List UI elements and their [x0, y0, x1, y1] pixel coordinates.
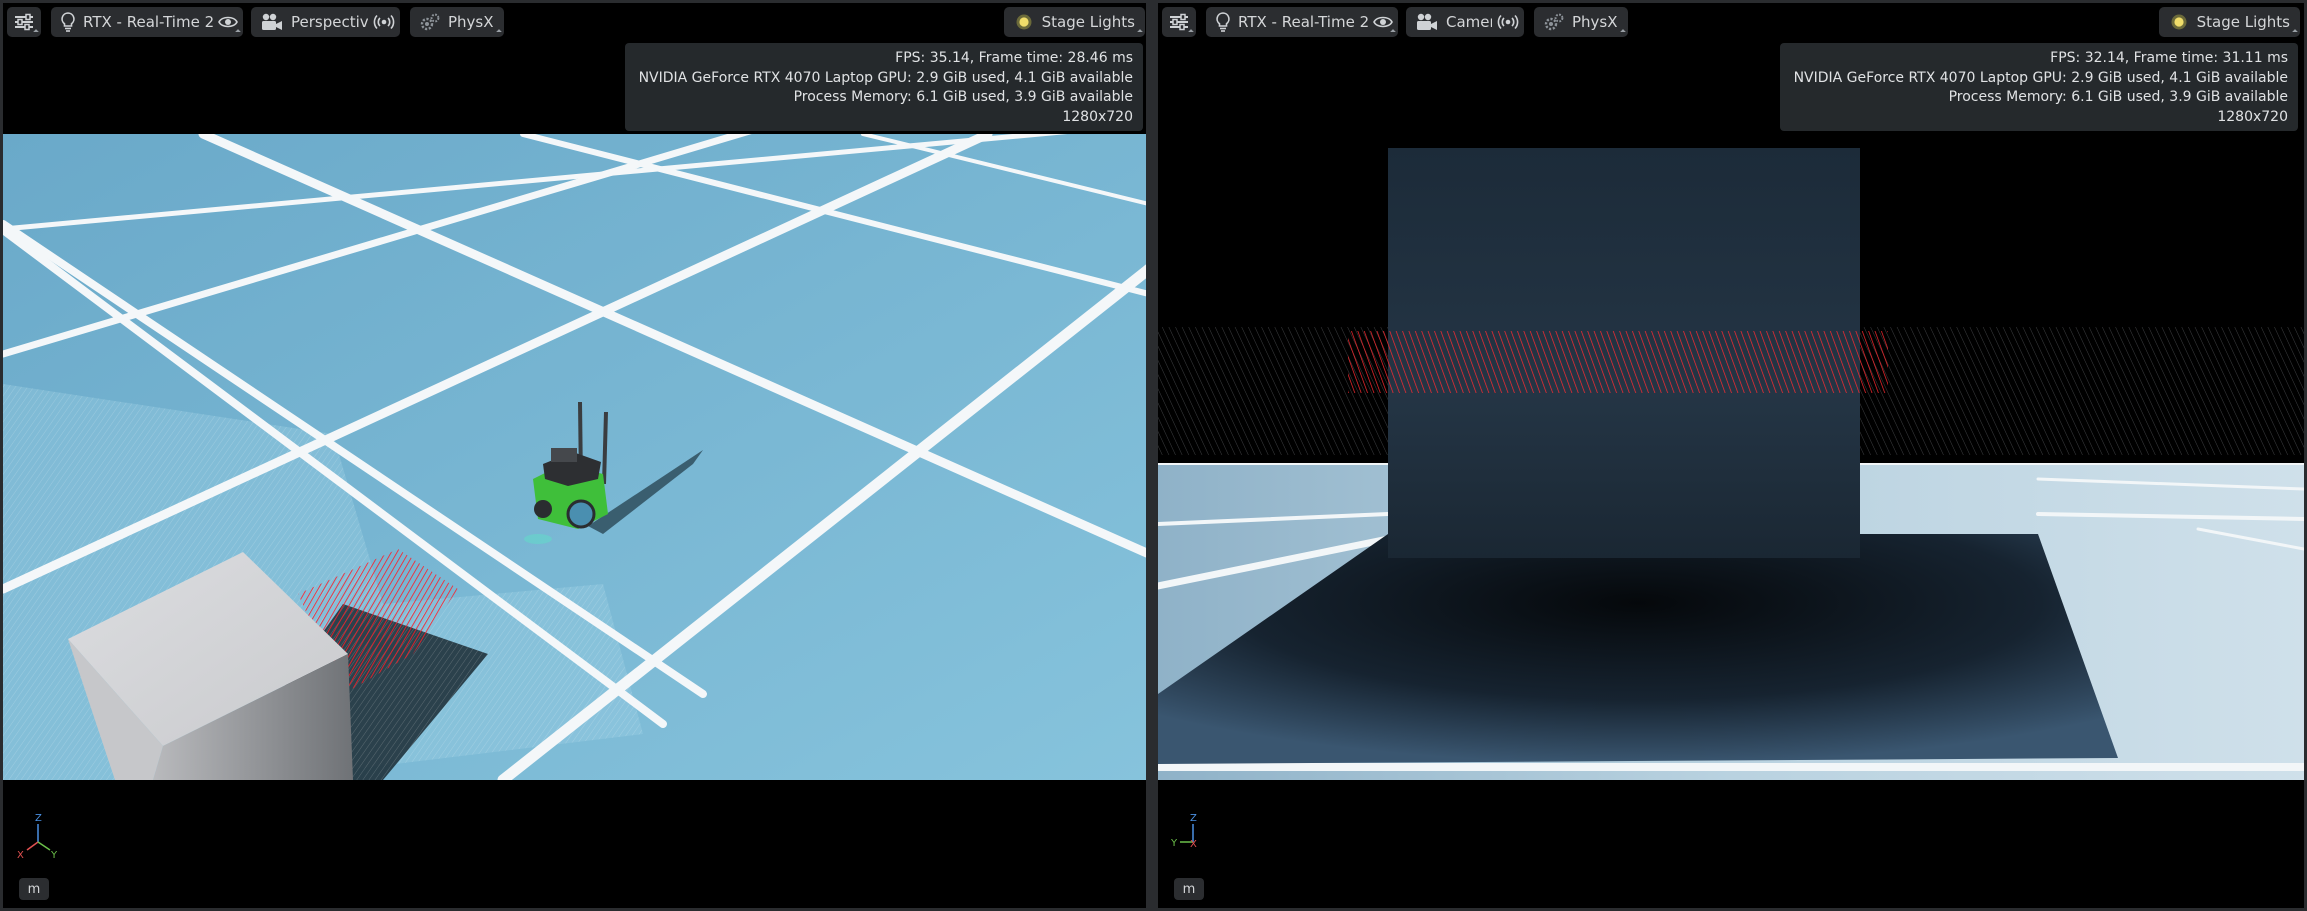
- broadcast-icon: [373, 14, 395, 30]
- axis-gizmo: Z Y X: [1170, 813, 1197, 850]
- lightbulb-icon: [61, 12, 75, 32]
- movie-camera-icon: [262, 13, 282, 30]
- stage-lights-menu-button[interactable]: Stage Lights: [2158, 7, 2300, 37]
- sun-icon: [2171, 14, 2187, 30]
- sliders-icon: [15, 13, 33, 31]
- lightbulb-icon: [1216, 12, 1230, 32]
- gpu-memory-readout: NVIDIA GeForce RTX 4070 Laptop GPU: 2.9 …: [638, 69, 1133, 86]
- physics-label: PhysX: [448, 13, 494, 31]
- viewport-toolbar: RTX - Real-Time 2.0 Perspective PhysX St…: [7, 7, 1145, 37]
- lidar-hits-wall: [1348, 331, 1888, 393]
- audio-menu-button[interactable]: [1492, 7, 1524, 37]
- renderer-label: RTX - Real-Time 2.0: [1238, 13, 1384, 31]
- process-memory-readout: Process Memory: 6.1 GiB used, 3.9 GiB av…: [793, 89, 1133, 105]
- axis-y-label: Y: [50, 850, 58, 860]
- viewport-settings-button[interactable]: [7, 7, 41, 37]
- resolution-readout: 1280x720: [2217, 108, 2288, 125]
- eye-icon: [1373, 16, 1393, 28]
- camera-scene[interactable]: [1158, 134, 2304, 780]
- axis-x-label: X: [17, 850, 24, 860]
- stage-lights-label: Stage Lights: [1041, 13, 1135, 31]
- fps-readout: FPS: 32.14, Frame time: 31.11 ms: [2050, 50, 2288, 66]
- renderer-menu-button[interactable]: RTX - Real-Time 2.0: [51, 7, 239, 37]
- render-stats-panel: FPS: 35.14, Frame time: 28.46 ms NVIDIA …: [624, 43, 1143, 131]
- renderer-menu-button[interactable]: RTX - Real-Time 2.0: [1206, 7, 1394, 37]
- viewport-settings-button[interactable]: [1162, 7, 1196, 37]
- gpu-memory-readout: NVIDIA GeForce RTX 4070 Laptop GPU: 2.9 …: [1793, 69, 2288, 86]
- viewport-perspective[interactable]: RTX - Real-Time 2.0 Perspective PhysX St…: [0, 0, 1152, 911]
- renderer-label: RTX - Real-Time 2.0: [83, 13, 229, 31]
- gears-icon: [1544, 13, 1564, 31]
- perspective-scene[interactable]: [3, 134, 1149, 780]
- axis-gizmo: Z X Y: [17, 813, 58, 860]
- fps-readout: FPS: 35.14, Frame time: 28.46 ms: [895, 50, 1133, 66]
- movie-camera-icon: [1417, 13, 1437, 30]
- audio-menu-button[interactable]: [368, 7, 400, 37]
- viewport-camera[interactable]: RTX - Real-Time 2.0 Camera PhysX Stage L…: [1155, 0, 2307, 911]
- visibility-menu-button[interactable]: [213, 7, 243, 37]
- stage-lights-label: Stage Lights: [2196, 13, 2290, 31]
- broadcast-icon: [1497, 14, 1519, 30]
- stage-lights-menu-button[interactable]: Stage Lights: [1003, 7, 1145, 37]
- physics-menu-button[interactable]: PhysX: [1534, 7, 1628, 37]
- axis-x-label: X: [1190, 839, 1197, 850]
- physics-menu-button[interactable]: PhysX: [410, 7, 504, 37]
- resolution-readout: 1280x720: [1062, 108, 1133, 125]
- axis-z-label: Z: [1190, 813, 1197, 824]
- render-stats-panel: FPS: 32.14, Frame time: 31.11 ms NVIDIA …: [1779, 43, 2298, 131]
- camera-label: Perspective: [291, 13, 378, 31]
- gears-icon: [420, 13, 440, 31]
- sliders-icon: [1170, 13, 1188, 31]
- visibility-menu-button[interactable]: [1368, 7, 1398, 37]
- eye-icon: [218, 16, 238, 28]
- process-memory-readout: Process Memory: 6.1 GiB used, 3.9 GiB av…: [1948, 89, 2288, 105]
- physics-label: PhysX: [1572, 13, 1618, 31]
- axis-y-label: Y: [1170, 838, 1178, 849]
- sun-icon: [1016, 14, 1032, 30]
- units-button[interactable]: m: [19, 878, 49, 900]
- units-button[interactable]: m: [1174, 878, 1204, 900]
- viewport-toolbar: RTX - Real-Time 2.0 Camera PhysX Stage L…: [1162, 7, 2300, 37]
- axis-z-label: Z: [35, 813, 42, 824]
